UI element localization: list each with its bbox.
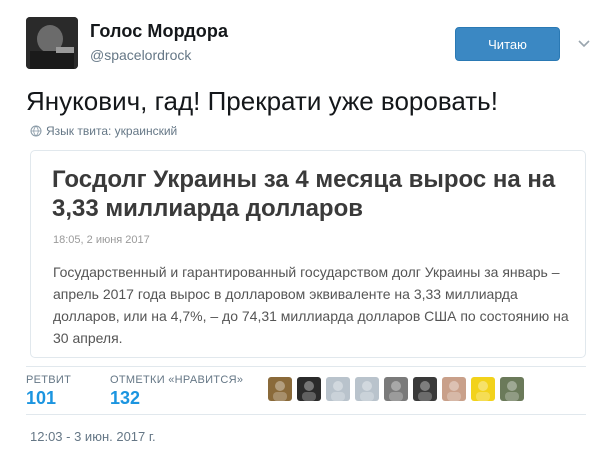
liker-avatar-3[interactable] — [326, 377, 350, 401]
liker-avatar-4[interactable] — [355, 377, 379, 401]
language-note: Язык твита: украинский — [30, 124, 177, 138]
link-card[interactable]: Госдолг Украины за 4 месяца вырос на на … — [30, 150, 586, 358]
likes-label: ОТМЕТКИ «НРАВИТСЯ» — [110, 374, 244, 386]
likers-list — [268, 377, 524, 401]
retweets-stat[interactable]: РЕТВИТ 101 — [26, 374, 71, 409]
liker-avatar-1[interactable] — [268, 377, 292, 401]
retweets-label: РЕТВИТ — [26, 374, 72, 386]
author-avatar[interactable] — [26, 17, 78, 69]
likes-stat[interactable]: ОТМЕТКИ «НРАВИТСЯ» 132 — [110, 374, 243, 409]
stats-bottom-divider — [26, 414, 586, 415]
liker-avatar-5[interactable] — [384, 377, 408, 401]
card-date: 18:05, 2 июня 2017 — [53, 234, 150, 246]
follow-button[interactable]: Читаю — [455, 27, 560, 61]
likes-count[interactable]: 132 — [110, 388, 243, 409]
author-handle[interactable]: @spacelordrock — [90, 47, 191, 63]
globe-icon — [30, 125, 42, 137]
liker-avatar-2[interactable] — [297, 377, 321, 401]
stats-top-divider — [26, 366, 586, 367]
liker-avatar-6[interactable] — [413, 377, 437, 401]
tweet-text: Янукович, гад! Прекрати уже воровать! — [26, 86, 498, 116]
chevron-down-icon[interactable] — [577, 36, 591, 50]
language-note-text: Язык твита: украинский — [46, 124, 178, 138]
retweets-count[interactable]: 101 — [26, 388, 71, 409]
card-title[interactable]: Госдолг Украины за 4 месяца вырос на на … — [52, 165, 572, 223]
author-name[interactable]: Голос Мордора — [90, 21, 228, 42]
card-body: Государственный и гарантированный госуда… — [53, 264, 569, 346]
liker-avatar-9[interactable] — [500, 377, 524, 401]
liker-avatar-8[interactable] — [471, 377, 495, 401]
tweet-timestamp[interactable]: 12:03 - 3 июн. 2017 г. — [30, 429, 156, 444]
liker-avatar-7[interactable] — [442, 377, 466, 401]
